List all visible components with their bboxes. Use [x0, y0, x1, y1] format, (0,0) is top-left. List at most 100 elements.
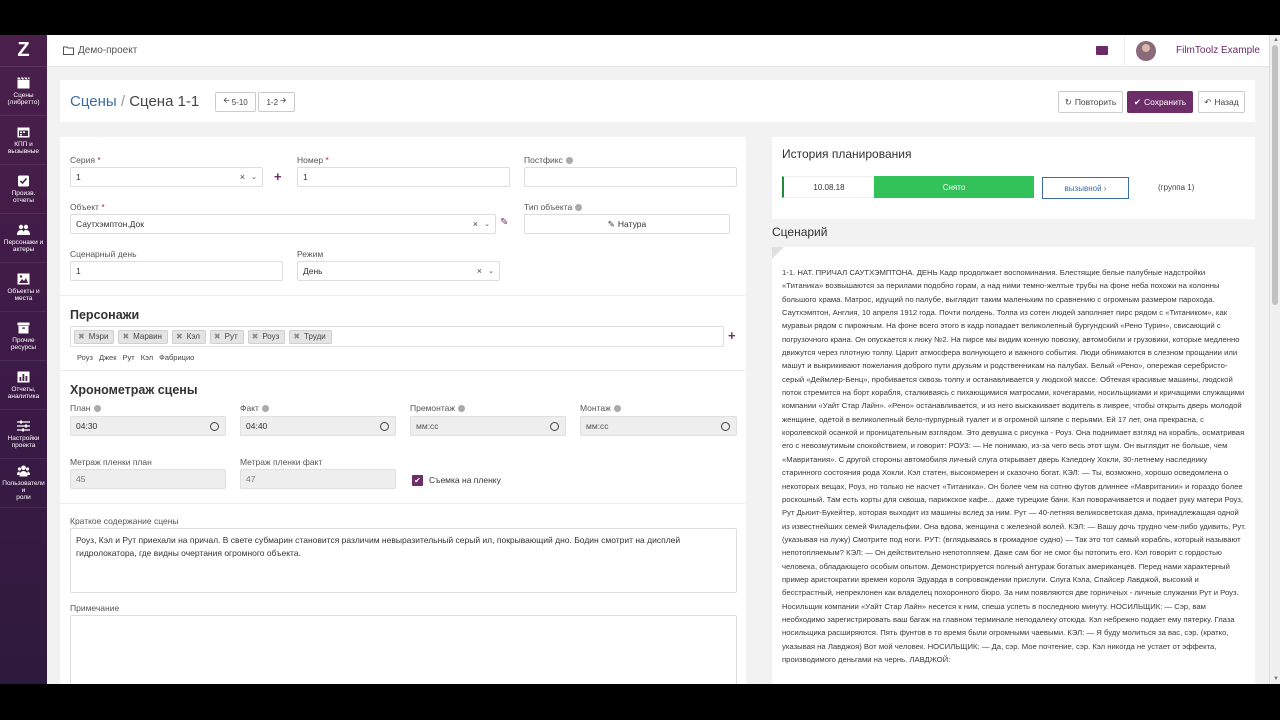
scenario-title: Сценарий: [772, 225, 828, 239]
sidebar-item-settings[interactable]: Настройки проекта: [0, 410, 47, 459]
sidebar-item-objects[interactable]: Объекты и места: [0, 263, 47, 312]
envelope-icon[interactable]: [1096, 46, 1108, 55]
prev-scene-button[interactable]: 🡨 5-10: [215, 92, 256, 112]
note-textarea[interactable]: [70, 615, 737, 684]
clock-icon[interactable]: [721, 422, 730, 431]
remove-icon[interactable]: ✖: [252, 332, 259, 341]
add-character-icon[interactable]: +: [728, 328, 736, 343]
clear-icon[interactable]: ×: [477, 266, 482, 276]
character-tag[interactable]: ✖ Кэл: [171, 329, 206, 344]
remove-icon[interactable]: ✖: [214, 332, 221, 341]
sidebar-item-label: Прочие ресурсы: [10, 336, 37, 351]
fact-label: Факт: [240, 403, 269, 413]
suggestion-item[interactable]: Фабрицио: [159, 353, 194, 362]
postfix-field[interactable]: [524, 167, 737, 187]
remove-icon[interactable]: ✖: [122, 332, 129, 341]
divider: [60, 295, 746, 296]
save-label: Сохранить: [1143, 97, 1187, 107]
remove-icon[interactable]: ✖: [293, 332, 300, 341]
add-series-icon[interactable]: +: [274, 169, 282, 184]
chevron-down-icon[interactable]: ⌄: [484, 220, 490, 228]
character-tag[interactable]: ✖ Марвин: [118, 329, 168, 344]
sidebar-item-scenes[interactable]: Сцены (либретто): [0, 67, 47, 116]
user-name[interactable]: FilmToolz Example: [1176, 45, 1260, 56]
fact-value: 04:40: [246, 421, 268, 431]
scroll-down-icon[interactable]: ▼: [1273, 676, 1279, 682]
mount-time-field[interactable]: мм:сс: [580, 416, 737, 436]
sidebar-item-reports[interactable]: Произв. отчеты: [0, 165, 47, 214]
sidebar-item-resources[interactable]: Прочие ресурсы: [0, 312, 47, 361]
summary-label: Краткое содержание сцены: [70, 516, 179, 526]
clock-icon[interactable]: [210, 422, 219, 431]
info-icon: [261, 405, 269, 412]
divider: [60, 503, 746, 504]
clock-icon[interactable]: [550, 422, 559, 431]
arrow-left-icon: 🡨: [223, 96, 230, 105]
sidebar-item-label: Настройки проекта: [7, 434, 40, 449]
refresh-icon: ↻: [1064, 96, 1072, 107]
avatar[interactable]: [1136, 41, 1156, 61]
note-label: Примечание: [70, 603, 120, 613]
sidebar-item-callsheets[interactable]: КПП и вызывные: [0, 116, 47, 165]
character-tag[interactable]: ✖ Труди: [289, 329, 332, 344]
sidebar-item-users[interactable]: Пользователи и роли: [0, 459, 47, 508]
callsheet-link[interactable]: вызывной ›: [1042, 177, 1129, 199]
clear-icon[interactable]: ×: [240, 172, 245, 182]
scenes-link[interactable]: Сцены: [70, 93, 117, 110]
image-icon: [17, 273, 30, 284]
history-status: Снято: [874, 176, 1034, 198]
character-tag[interactable]: ✖ Роуз: [247, 329, 286, 344]
character-tag[interactable]: ✖ Мэри: [74, 329, 115, 344]
sidebar-item-label: Отчеты, аналитика: [7, 385, 40, 400]
character-tag[interactable]: ✖ Рут: [209, 329, 244, 344]
box-icon: [17, 322, 30, 333]
suggestion-item[interactable]: Джек: [99, 353, 117, 362]
film-plan-value: 45: [76, 474, 86, 484]
premount-time-field[interactable]: мм:сс: [410, 416, 566, 436]
number-field[interactable]: 1: [297, 167, 510, 187]
pencil-icon[interactable]: ✎: [500, 217, 508, 228]
premount-label: Премонтаж: [410, 403, 466, 413]
mode-select[interactable]: День × ⌄: [297, 261, 500, 281]
remove-icon[interactable]: ✖: [78, 332, 85, 341]
chevron-down-icon[interactable]: ⌄: [488, 267, 494, 275]
object-type-button[interactable]: ✎ Натура: [524, 214, 730, 234]
prev-scene-label: 5-10: [231, 97, 248, 107]
sidebar-item-label: Сцены (либретто): [7, 91, 40, 106]
clear-icon[interactable]: ×: [473, 219, 478, 229]
remove-icon[interactable]: ✖: [176, 332, 183, 341]
on-film-label[interactable]: Съемка на пленку: [429, 475, 501, 485]
team-icon: [17, 465, 30, 477]
scroll-up-icon[interactable]: ▲: [1273, 37, 1279, 43]
next-scene-button[interactable]: 1-2 🡪: [258, 92, 295, 112]
scrollbar-thumb[interactable]: [1272, 45, 1278, 305]
page-scrollbar[interactable]: ▲ ▼: [1269, 35, 1280, 684]
suggestion-item[interactable]: Кэл: [141, 353, 153, 362]
on-film-checkbox[interactable]: ✔: [412, 475, 423, 486]
script-day-field[interactable]: 1: [70, 261, 283, 281]
breadcrumb-project[interactable]: Демо-проект: [78, 45, 137, 56]
clock-icon[interactable]: [380, 422, 389, 431]
fact-time-field[interactable]: 04:40: [240, 416, 396, 436]
history-date: 10.08.18: [782, 176, 874, 198]
sidebar-item-analytics[interactable]: Отчеты, аналитика: [0, 361, 47, 410]
summary-textarea[interactable]: Роуз, Кэл и Рут приехали на причал. В св…: [70, 528, 737, 593]
plan-time-field[interactable]: 04:30: [70, 416, 226, 436]
app-frame: Z Сцены (либретто) КПП и вызывные Произв…: [0, 35, 1280, 684]
object-select[interactable]: Саутхэмптон.Док × ⌄: [70, 214, 496, 234]
back-button[interactable]: ↶ Назад: [1198, 91, 1245, 113]
app-logo[interactable]: Z: [0, 35, 47, 67]
breadcrumb[interactable]: Демо-проект: [63, 45, 137, 56]
series-select[interactable]: 1 × ⌄: [70, 167, 263, 187]
repeat-button[interactable]: ↻ Повторить: [1058, 91, 1123, 113]
film-fact-field[interactable]: 47: [240, 469, 396, 489]
sidebar-item-characters[interactable]: Персонажи и актеры: [0, 214, 47, 263]
suggestion-item[interactable]: Роуз: [77, 353, 93, 362]
next-scene-label: 1-2: [266, 97, 279, 107]
characters-multiselect[interactable]: ✖ Мэри ✖ Марвин ✖ Кэл ✖ Рут ✖ Роуз ✖ Труди: [70, 326, 724, 347]
save-button[interactable]: ✔ Сохранить: [1127, 91, 1193, 113]
check-icon: ✔: [1133, 96, 1141, 107]
suggestion-item[interactable]: Рут: [123, 353, 135, 362]
film-plan-field[interactable]: 45: [70, 469, 226, 489]
chevron-down-icon[interactable]: ⌄: [251, 173, 257, 181]
